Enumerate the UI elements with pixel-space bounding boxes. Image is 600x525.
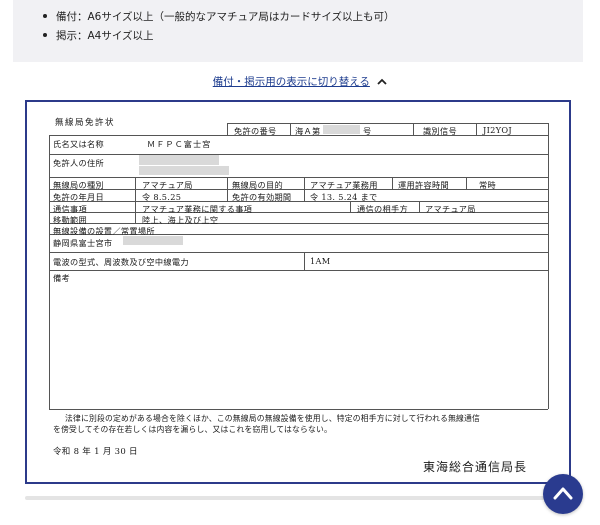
date-label: 免許の年月日 [53,192,104,202]
name-value: ＭＦＰＣ富士宮 [147,139,212,149]
callsign-value: JI2YOJ [483,125,512,135]
redacted-address [139,155,219,165]
legal-notice-line-1: 法律に別段の定めがある場合を除くほか、この無線局の無線設備を使用し、特定の相手方… [65,414,481,423]
license-number-prefix: 海Ａ第 [295,126,321,136]
radio-value: 1AM [310,256,331,266]
info-item: 備付：A6サイズ以上（一般的なアマチュア局はカードサイズ以上も可） [43,9,395,24]
op-time-label: 運用許容時間 [398,180,449,190]
back-to-top-button[interactable] [543,474,583,514]
info-item: 掲示：A4サイズ以上 [43,28,154,43]
purpose-value: アマチュア業務用 [310,180,378,190]
partner-label: 通信の相手方 [357,204,408,214]
issuer-name: 東海総合通信局長 [423,460,528,474]
license-number-label: 免許の番号 [234,126,277,136]
valid-value: 令 13. 5.24 まで [310,192,378,202]
info-item-text: 備付：A6サイズ以上（一般的なアマチュア局はカードサイズ以上も可） [56,11,395,23]
redacted-address [139,166,229,175]
station-type-value: アマチュア局 [142,180,193,190]
redacted-location [123,236,183,245]
info-item-text: 掲示：A4サイズ以上 [56,30,154,42]
chevron-up-icon [377,78,387,85]
name-label: 氏名又は名称 [53,139,104,149]
valid-label: 免許の有効期間 [232,192,292,202]
radio-label: 電波の型式、周波数及び空中線電力 [53,257,189,267]
license-title: 無線局免許状 [55,118,116,128]
toggle-display-label[interactable]: 備付・掲示用の表示に切り替える [213,76,370,88]
toggle-display-link[interactable]: 備付・掲示用の表示に切り替える [0,74,600,89]
callsign-label: 識別信号 [423,126,457,136]
scrollbar-track [25,496,571,500]
info-box: 備付：A6サイズ以上（一般的なアマチュア局はカードサイズ以上も可） 掲示：A4サ… [13,0,583,62]
date-value: 令 8.5.25 [142,192,182,202]
address-label: 免許人の住所 [53,158,104,168]
bullet-icon [43,14,47,18]
op-time-value: 常時 [479,180,496,190]
remarks-label: 備考 [53,273,70,283]
license-document: 無線局免許状 免許の番号 海Ａ第 号 識別信号 JI2YOJ 氏名又は名称 ＭＦ… [25,100,571,484]
license-number-suffix: 号 [363,126,372,136]
purpose-label: 無線局の目的 [232,180,283,190]
chevron-up-icon [553,487,573,500]
partner-value: アマチュア局 [425,204,476,214]
station-type-label: 無線局の種別 [53,180,104,190]
bullet-icon [43,33,47,37]
issue-date: 令和 8 年 1 月 30 日 [53,447,138,457]
legal-notice-line-2: を傍受してその存在若しくは内容を漏らし、又はこれを窃用してはならない。 [53,425,333,434]
redacted-license-number [323,125,360,134]
location-value: 静岡県富士宮市 [53,238,113,248]
